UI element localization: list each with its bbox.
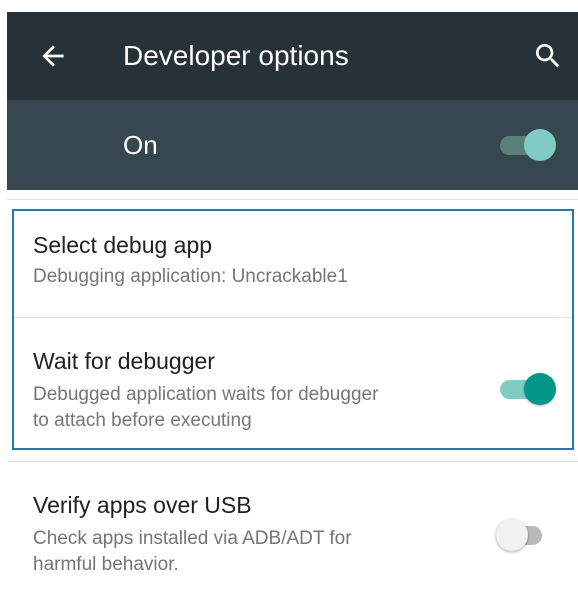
divider xyxy=(7,199,578,200)
pref-title: Verify apps over USB xyxy=(33,492,252,518)
switch-thumb xyxy=(524,129,556,161)
master-switch-label: On xyxy=(123,130,158,160)
back-button[interactable] xyxy=(37,40,69,72)
switch-thumb xyxy=(496,519,528,551)
arrow-back-icon xyxy=(42,45,64,67)
page-title: Developer options xyxy=(123,40,349,71)
verify-apps-toggle[interactable] xyxy=(496,518,552,552)
master-switch-bar[interactable]: On xyxy=(7,100,578,190)
pref-summary-line1: Check apps installed via ADB/ADT for xyxy=(33,528,352,549)
pref-verify-apps-over-usb[interactable]: Verify apps over USB Check apps installe… xyxy=(7,462,578,598)
search-button[interactable] xyxy=(532,40,564,72)
pref-summary-line2: harmful behavior. xyxy=(33,554,179,575)
highlight-box xyxy=(12,209,574,450)
master-switch-toggle[interactable] xyxy=(500,128,556,162)
app-toolbar: Developer options xyxy=(7,12,578,100)
search-icon xyxy=(536,44,560,68)
